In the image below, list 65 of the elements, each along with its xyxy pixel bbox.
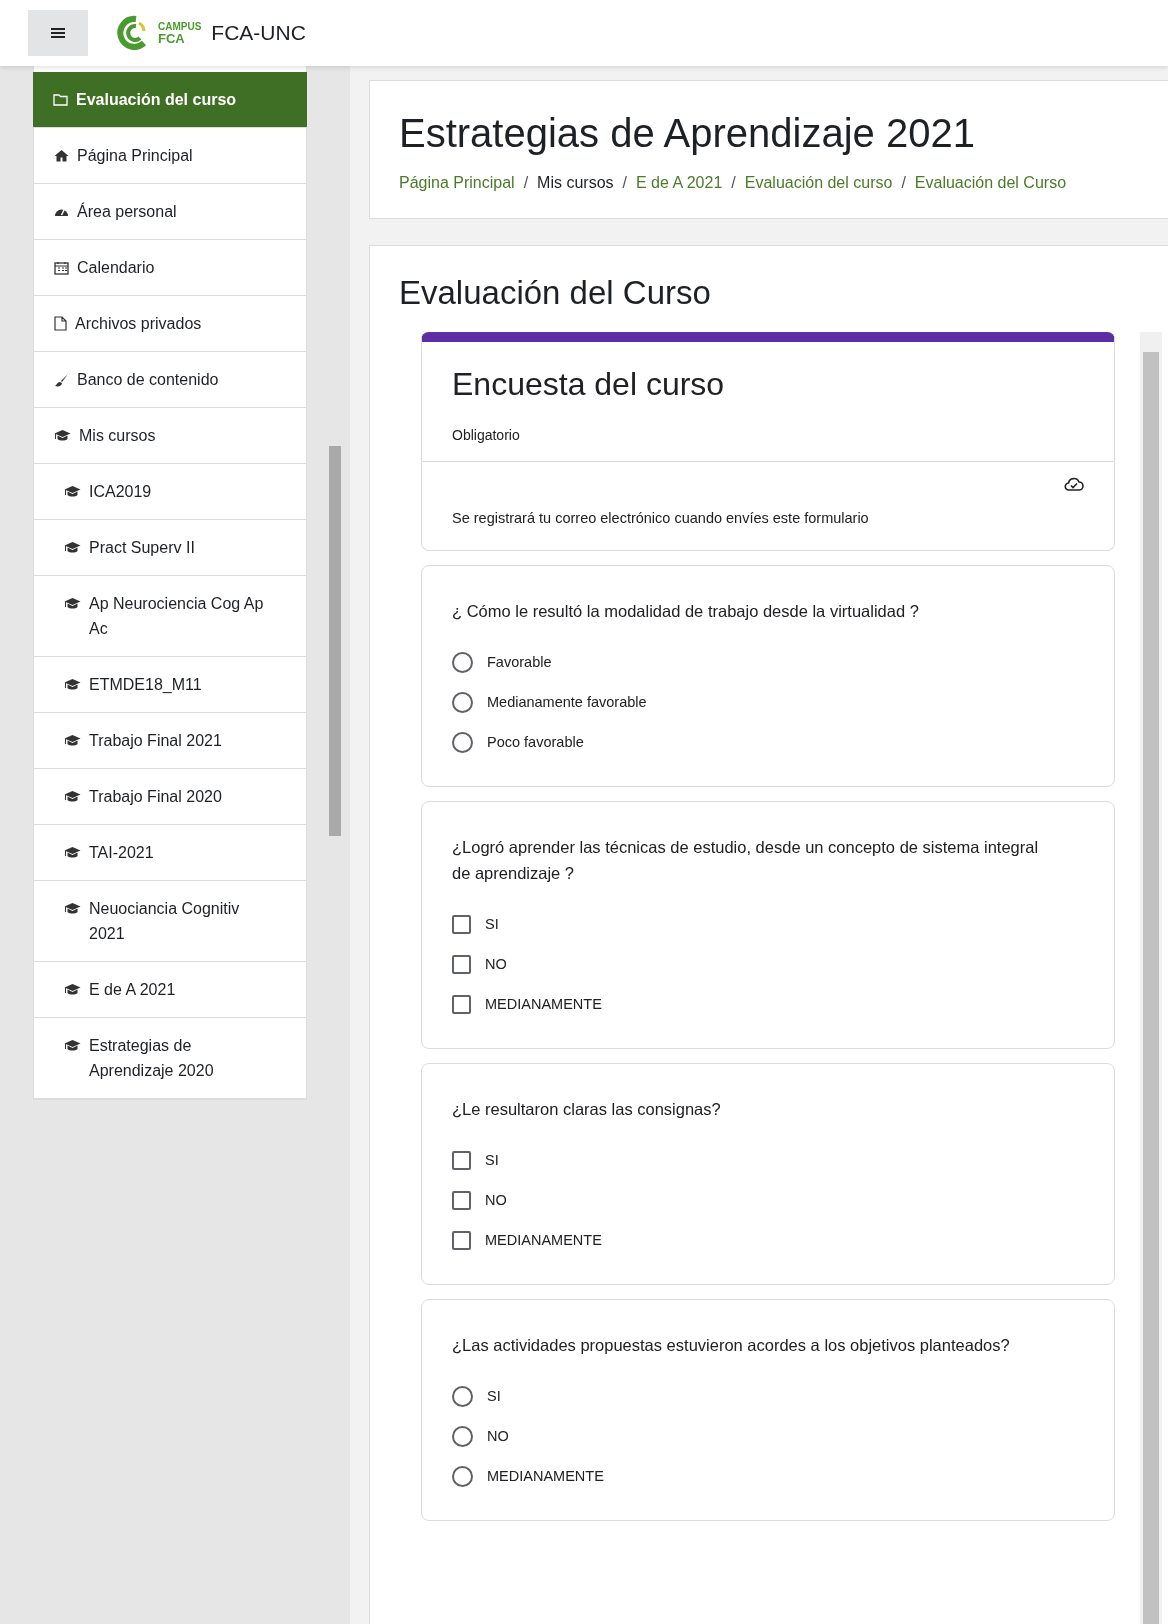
graduation-cap-icon xyxy=(64,846,81,859)
sidebar-item[interactable]: Evaluación del curso xyxy=(33,72,307,128)
breadcrumb-separator: / xyxy=(622,174,627,192)
form-scrollbar[interactable] xyxy=(1140,332,1162,1624)
graduation-cap-icon xyxy=(64,1039,81,1052)
radio-button[interactable] xyxy=(452,731,473,753)
checkbox[interactable] xyxy=(452,1230,471,1250)
option-label: NO xyxy=(485,1192,507,1208)
radio-button[interactable] xyxy=(452,1385,473,1407)
breadcrumb-link[interactable]: Evaluación del Curso xyxy=(914,174,1067,192)
option-label: Medianamente favorable xyxy=(487,694,647,710)
email-notice: Se registrará tu correo electrónico cuando envíes este formulario xyxy=(452,510,870,526)
breadcrumb-separator: / xyxy=(731,174,736,192)
house-icon xyxy=(54,149,69,162)
radio-button[interactable] xyxy=(452,1425,473,1447)
graduation-cap-icon xyxy=(64,485,81,498)
option-label: Poco favorable xyxy=(487,734,584,750)
menu-button[interactable] xyxy=(28,10,88,56)
graduation-cap-icon xyxy=(64,678,81,691)
checkbox[interactable] xyxy=(452,1150,471,1170)
graduation-cap-icon xyxy=(54,429,71,442)
graduation-cap-icon xyxy=(64,541,81,554)
cloud-check-icon xyxy=(1064,476,1084,492)
breadcrumb-item: Mis cursos xyxy=(537,174,614,192)
file-icon xyxy=(54,316,67,331)
option-label: NO xyxy=(485,956,507,972)
option-label: MEDIANAMENTE xyxy=(485,996,602,1012)
breadcrumb-link[interactable]: Evaluación del curso xyxy=(744,174,893,192)
option-label: Favorable xyxy=(487,654,552,670)
form-title: Encuesta del curso xyxy=(452,366,726,403)
checkbox[interactable] xyxy=(452,994,471,1014)
checkbox[interactable] xyxy=(452,1190,471,1210)
page-title: Estrategias de Aprendizaje 2021 xyxy=(399,111,976,156)
radio-button[interactable] xyxy=(452,691,473,713)
folder-icon xyxy=(53,93,68,106)
question-text: ¿ Cómo le resultó la modalidad de trabajo desde la virtualidad ? xyxy=(452,601,920,622)
option-label: SI xyxy=(485,916,499,932)
graduation-cap-icon xyxy=(64,983,81,996)
graduation-cap-icon xyxy=(64,597,81,610)
required-note: Obligatorio xyxy=(452,427,521,443)
breadcrumb-separator: / xyxy=(901,174,906,192)
breadcrumb-separator: / xyxy=(523,174,529,192)
checkbox[interactable] xyxy=(452,914,471,934)
question-text: ¿Las actividades propuestas estuvieron acordes a los objetivos planteados? xyxy=(452,1335,1011,1356)
breadcrumb-link[interactable]: E de A 2021 xyxy=(636,174,723,192)
menu-icon xyxy=(51,27,65,39)
radio-button[interactable] xyxy=(452,651,473,673)
question-text: ¿Logró aprender las técnicas de estudio, desde un concepto de sistema integral de aprendizaje ? xyxy=(452,837,1040,884)
graduation-cap-icon xyxy=(64,790,81,803)
option-label: MEDIANAMENTE xyxy=(487,1468,604,1484)
site-name[interactable]: FCA-UNC xyxy=(211,21,306,45)
breadcrumb-link[interactable]: Página Principal xyxy=(399,174,515,192)
activity-title: Evaluación del Curso xyxy=(399,274,712,312)
option-label: SI xyxy=(487,1388,501,1404)
option-label: SI xyxy=(485,1152,499,1168)
graduation-cap-icon xyxy=(64,734,81,747)
calendar-icon xyxy=(54,260,69,275)
logo-fca-text: FCA xyxy=(158,31,186,45)
option-label: MEDIANAMENTE xyxy=(485,1232,602,1248)
radio-button[interactable] xyxy=(452,1465,473,1487)
logo-campus-text: CAMPUS xyxy=(158,21,202,32)
graduation-cap-icon xyxy=(64,902,81,915)
checkbox[interactable] xyxy=(452,954,471,974)
question-text: ¿Le resultaron claras las consignas? xyxy=(452,1099,722,1120)
option-label: NO xyxy=(487,1428,509,1444)
